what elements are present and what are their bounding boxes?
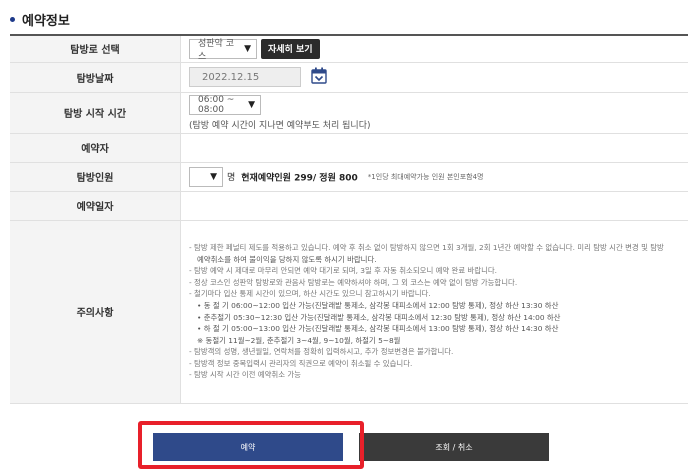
row-start-time: 탐방 시작 시간 06:00 ~ 08:00 ▼ (탐방 예약 시간이 지나면 … (10, 92, 688, 134)
people-select[interactable]: ▼ (189, 166, 223, 187)
notice-item: - 탐방 예약 시 제대로 마무리 안되면 예약 대기로 되며, 3일 후 자동… (189, 266, 498, 276)
row-date: 탐방날짜 2022.12.15 (10, 62, 688, 93)
notice-item: - 탐방 제한 페널티 제도를 적용하고 있습니다. 예약 후 취소 없이 탐방… (189, 242, 664, 252)
notice-item: - 탐방객의 성명, 생년월일, 연락처를 정확히 입력하시고, 추가 정보변경… (189, 347, 454, 357)
reserver-cell (180, 133, 688, 163)
section-title-text: 예약정보 (22, 13, 70, 29)
notice-item: ※ 동절기 11월~2월, 춘추절기 3~4월, 9~10월, 하절기 5~8월 (197, 335, 401, 345)
triangle-down-icon: ▼ (248, 99, 255, 110)
people-label: 탐방인원 (10, 162, 181, 192)
notice-item: • 하 절 기 05:00~13:00 입산 가능(진달래밭 통제소, 삼각봉 … (197, 324, 559, 334)
section-title: 예약정보 (10, 8, 70, 30)
triangle-down-icon: ▼ (244, 43, 251, 54)
course-select-value: 성판악 코스 (198, 38, 234, 62)
notice-label: 주의사항 (10, 220, 181, 404)
notice-item: • 춘추절기 05:30~12:30 입산 가능(진달래밭 통제소, 삼각봉 대… (197, 312, 561, 322)
row-reserve-date: 예약일자 (10, 191, 688, 221)
title-bullet-icon (10, 16, 15, 22)
notice-item: • 동 절 기 06:00~12:00 입산 가능(진달래밭 통제소, 삼각봉 … (197, 300, 559, 310)
course-select[interactable]: 성판악 코스 ▼ (189, 38, 257, 62)
people-unit: 명 (227, 173, 236, 183)
notice-item: - 탐방 시작 시간 이전 예약취소 가능 (189, 370, 301, 380)
start-time-label: 탐방 시작 시간 (10, 92, 181, 134)
date-input[interactable]: 2022.12.15 (189, 67, 301, 87)
triangle-down-icon: ▼ (210, 171, 217, 182)
detail-view-button[interactable]: 자세히 보기 (261, 38, 320, 59)
row-notice: 주의사항 - 탐방 제한 페널티 제도를 적용하고 있습니다. 예약 후 취소 … (10, 220, 688, 404)
course-cell: 성판악 코스 ▼ 자세히 보기 (180, 35, 688, 63)
people-count: 현재예약인원 299/ 정원 800 (241, 173, 358, 183)
notice-item: - 탐방객 정보 중복입력시 관리자의 직권으로 예약이 취소될 수 있습니다. (189, 358, 413, 368)
notice-cell: - 탐방 제한 페널티 제도를 적용하고 있습니다. 예약 후 취소 없이 탐방… (180, 220, 688, 404)
lookup-cancel-button[interactable]: 조회 / 취소 (359, 433, 549, 461)
reserve-button[interactable]: 예약 (153, 433, 343, 461)
reservation-form: 탐방로 선택 성판악 코스 ▼ 자세히 보기 탐방날짜 2022.12.15 탐… (10, 34, 688, 404)
notice-item: 예약취소를 하여 불이익을 당하지 않도록 하시기 바랍니다. (197, 254, 377, 264)
row-reserver: 예약자 (10, 133, 688, 163)
people-note: *1인당 최대예약가능 인원 본인포함4명 (367, 172, 484, 181)
calendar-icon[interactable] (311, 67, 327, 87)
start-time-cell: 06:00 ~ 08:00 ▼ (탐방 예약 시간이 지나면 예약부도 처리 됩… (180, 92, 688, 134)
notice-item: - 정상 코스인 성판악 탐방로와 관음사 탐방로는 예약하셔야 하며, 그 외… (189, 277, 518, 287)
people-cell: ▼ 명 현재예약인원 299/ 정원 800 *1인당 최대예약가능 인원 본인포함… (180, 162, 688, 192)
row-people: 탐방인원 ▼ 명 현재예약인원 299/ 정원 800 *1인당 최대예약가능 인원… (10, 162, 688, 192)
row-course: 탐방로 선택 성판악 코스 ▼ 자세히 보기 (10, 35, 688, 63)
start-time-note: (탐방 예약 시간이 지나면 예약부도 처리 됩니다) (189, 120, 371, 131)
reserve-date-label: 예약일자 (10, 191, 181, 221)
reserver-label: 예약자 (10, 133, 181, 163)
course-label: 탐방로 선택 (10, 35, 181, 63)
start-time-select[interactable]: 06:00 ~ 08:00 ▼ (189, 94, 261, 115)
reserve-date-cell (180, 191, 688, 221)
start-time-select-value: 06:00 ~ 08:00 (198, 94, 235, 115)
date-cell: 2022.12.15 (180, 62, 688, 93)
notice-item: - 철기마다 입산 통제 시간이 있으며, 하산 시간도 있으니 참고하시기 바… (189, 289, 431, 299)
notice-list: - 탐방 제한 페널티 제도를 적용하고 있습니다. 예약 후 취소 없이 탐방… (189, 242, 688, 381)
date-label: 탐방날짜 (10, 62, 181, 93)
